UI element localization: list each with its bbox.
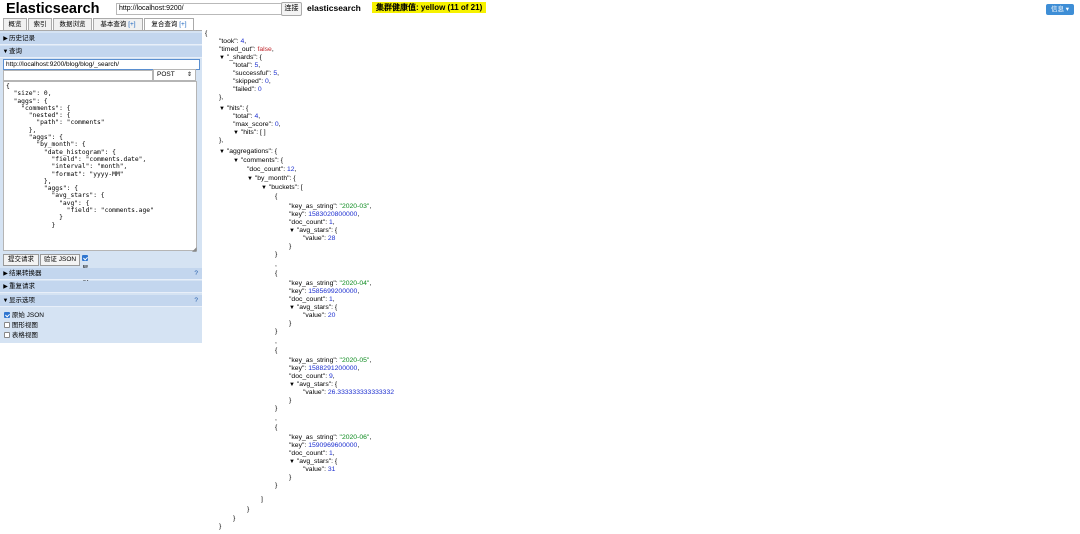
tab-add-icon[interactable]: [+]: [128, 21, 135, 28]
request-body-editor[interactable]: { "size": 0, "aggs": { "comments": { "ne…: [3, 81, 197, 251]
collapse-triangle-icon: ▼: [261, 185, 267, 191]
pretty-checkbox[interactable]: [82, 255, 88, 262]
connect-button[interactable]: 连接: [281, 2, 302, 16]
json-took: "took": 4,: [219, 38, 247, 45]
tab-indices[interactable]: 索引: [28, 18, 52, 30]
method-select[interactable]: POST ⇕: [153, 69, 196, 81]
collapse-triangle-icon: ▼: [2, 49, 9, 55]
tab-overview[interactable]: 概览: [3, 18, 27, 30]
submit-request-button[interactable]: 提交请求: [3, 254, 39, 266]
checkbox[interactable]: [4, 332, 10, 339]
header: Elasticsearch http://localhost:9200/ 连接 …: [0, 0, 1080, 18]
collapse-triangle-icon: ▼: [289, 305, 295, 311]
validate-json-button[interactable]: 验证 JSON: [40, 254, 80, 266]
info-menu-button[interactable]: 信息 ▾: [1046, 4, 1074, 15]
collapse-triangle-icon: ▼: [289, 228, 295, 234]
tab-browser[interactable]: 数据浏览: [53, 18, 92, 30]
json-shards[interactable]: ▼ "_shards": {: [219, 54, 262, 62]
history-section-header[interactable]: ▶历史记录: [0, 33, 202, 45]
app-logo: Elasticsearch: [6, 1, 100, 17]
tab-basic-query[interactable]: 基本查询 [+]: [93, 18, 143, 30]
cluster-health-badge: 集群健康值: yellow (11 of 21): [372, 2, 487, 13]
collapse-triangle-icon: ▼: [233, 158, 239, 164]
resize-grip-icon[interactable]: ◢: [192, 246, 197, 253]
repeat-section-header[interactable]: ▶重复请求: [0, 281, 202, 293]
expand-triangle-icon: ▶: [3, 36, 8, 42]
collapse-triangle-icon: ▼: [233, 130, 239, 136]
collapse-triangle-icon: ▼: [2, 298, 9, 304]
bucket-key-as-string: "key_as_string": "2020-06",: [289, 434, 372, 441]
json-hits[interactable]: ▼ "hits": {: [219, 105, 248, 113]
collapse-triangle-icon: ▼: [219, 149, 225, 155]
checkbox[interactable]: [4, 312, 10, 319]
collapse-triangle-icon: ▼: [219, 106, 225, 112]
bucket-key-as-string: "key_as_string": "2020-05",: [289, 357, 372, 364]
bucket-key-as-string: "key_as_string": "2020-04",: [289, 280, 372, 287]
bucket-key-as-string: "key_as_string": "2020-03",: [289, 203, 372, 210]
help-icon[interactable]: ?: [194, 268, 198, 279]
display-option-table[interactable]: 表格视图: [4, 329, 38, 339]
json-timed-out: "timed_out": false,: [219, 46, 274, 53]
cluster-name: elasticsearch: [307, 3, 361, 13]
query-path-input[interactable]: [3, 70, 153, 81]
result-json-view: { "took": 4, "timed_out": false, ▼ "_sha…: [205, 30, 395, 530]
display-option-raw-json[interactable]: 原始 JSON: [4, 309, 44, 319]
help-icon[interactable]: ?: [194, 295, 198, 306]
collapse-triangle-icon: ▼: [247, 176, 253, 182]
display-section-header[interactable]: ▼显示选项?: [0, 295, 202, 307]
select-arrows-icon: ⇕: [186, 72, 192, 78]
query-panel: ▶历史记录 ▼查询 http://localhost:9200/blog/blo…: [0, 31, 202, 343]
json-aggregations[interactable]: ▼ "aggregations": {: [219, 148, 277, 156]
cluster-url-input[interactable]: http://localhost:9200/: [116, 3, 282, 15]
collapse-triangle-icon: ▼: [289, 382, 295, 388]
expand-triangle-icon: ▶: [3, 284, 8, 290]
query-section-header[interactable]: ▼查询: [0, 46, 202, 58]
checkbox[interactable]: [4, 322, 10, 329]
collapse-triangle-icon: ▼: [289, 459, 295, 465]
display-option-graph[interactable]: 图形视图: [4, 319, 38, 329]
expand-triangle-icon: ▶: [3, 271, 8, 277]
tab-add-icon[interactable]: [+]: [179, 21, 186, 28]
collapse-triangle-icon: ▼: [219, 55, 225, 61]
transformer-section-header[interactable]: ▶结果转换器?: [0, 268, 202, 280]
